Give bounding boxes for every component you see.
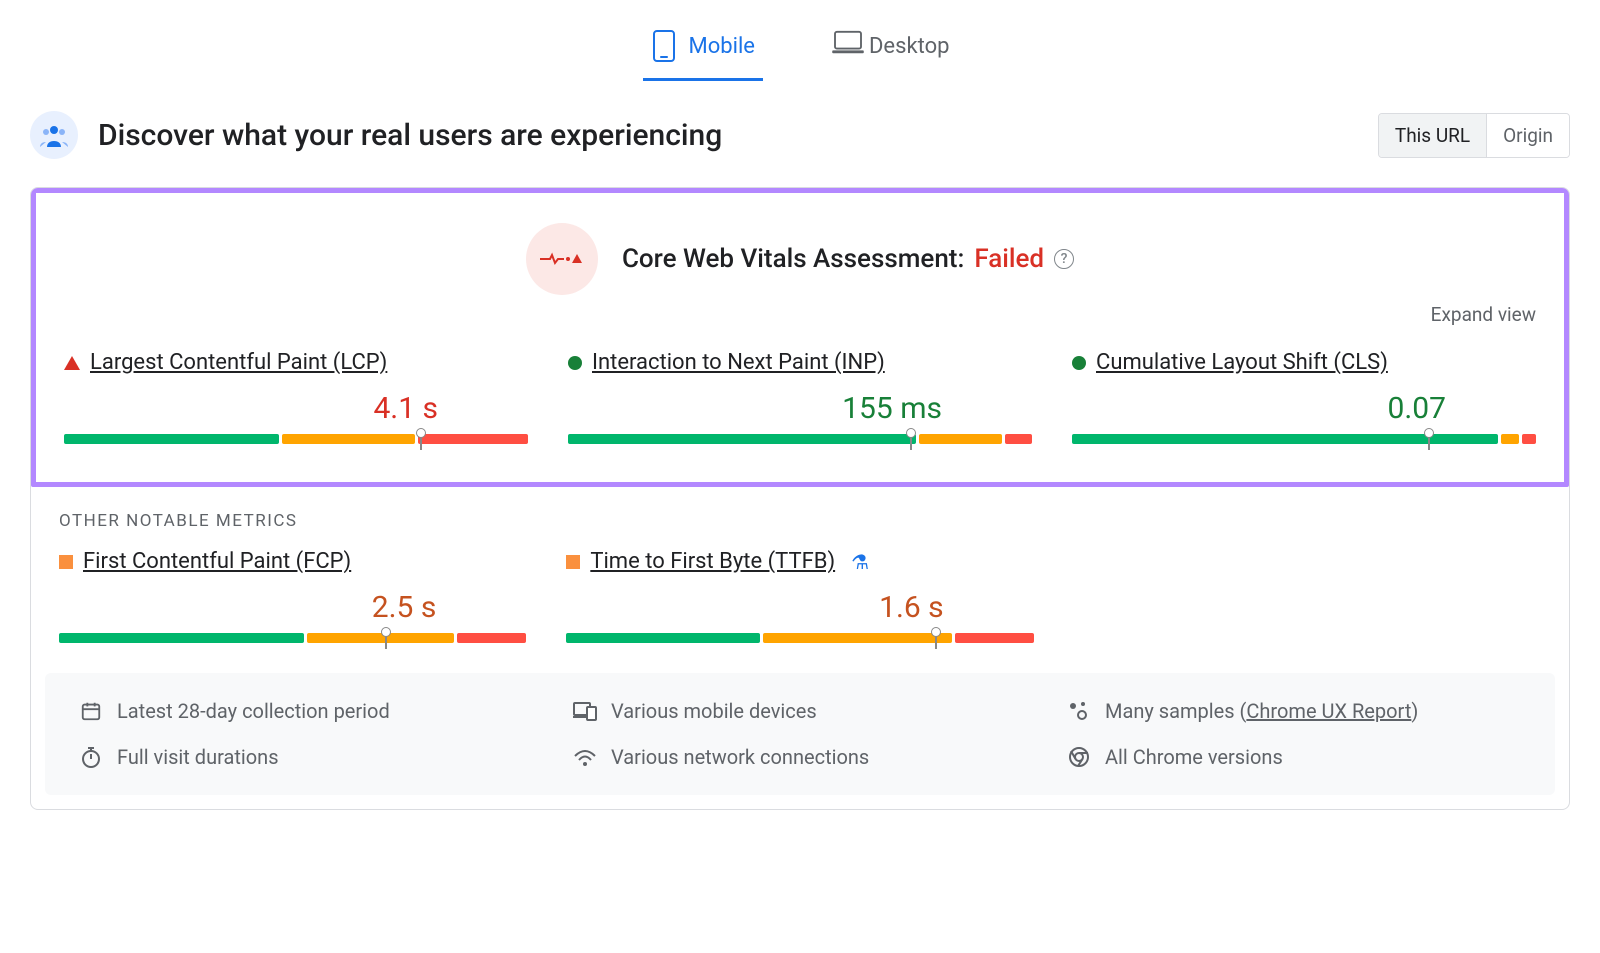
scope-toggle: This URL Origin bbox=[1378, 113, 1570, 158]
desktop-icon bbox=[831, 30, 857, 62]
metric-name-link[interactable]: Time to First Byte (TTFB) bbox=[590, 549, 835, 574]
stopwatch-icon bbox=[79, 745, 103, 769]
header: Discover what your real users are experi… bbox=[30, 111, 1570, 159]
network-icon bbox=[573, 745, 597, 769]
metric-card: Time to First Byte (TTFB) ⚗ 1.6 s bbox=[566, 549, 1033, 645]
bar-segment-poor bbox=[1522, 434, 1536, 444]
metric-name-link[interactable]: Largest Contentful Paint (LCP) bbox=[90, 350, 387, 375]
core-web-vitals-panel: Core Web Vitals Assessment: Failed ? Exp… bbox=[31, 188, 1569, 487]
info-chrome: All Chrome versions bbox=[1067, 745, 1521, 769]
metric-card: First Contentful Paint (FCP) 2.5 s bbox=[59, 549, 526, 645]
metric-value: 1.6 s bbox=[566, 590, 1033, 625]
info-devices-text: Various mobile devices bbox=[611, 699, 817, 723]
percentile-marker bbox=[380, 627, 392, 649]
info-network-text: Various network connections bbox=[611, 745, 869, 769]
toggle-this-url[interactable]: This URL bbox=[1379, 114, 1486, 157]
empty-cell bbox=[1074, 549, 1541, 645]
metric-value: 2.5 s bbox=[59, 590, 526, 625]
good-dot-icon bbox=[568, 356, 582, 370]
tab-mobile[interactable]: Mobile bbox=[643, 20, 763, 81]
field-data-card: Core Web Vitals Assessment: Failed ? Exp… bbox=[30, 187, 1570, 810]
mobile-icon bbox=[651, 30, 677, 62]
metric-value: 0.07 bbox=[1072, 391, 1536, 426]
bar-segment-good bbox=[59, 633, 304, 643]
scatter-icon bbox=[1067, 699, 1091, 723]
experimental-flask-icon: ⚗ bbox=[851, 550, 869, 574]
percentile-marker bbox=[1423, 428, 1435, 450]
good-dot-icon bbox=[1072, 356, 1086, 370]
info-samples: Many samples (Chrome UX Report) bbox=[1067, 699, 1521, 723]
metric-distribution-bar bbox=[568, 434, 1032, 446]
metric-value: 155 ms bbox=[568, 391, 1032, 426]
percentile-marker bbox=[930, 627, 942, 649]
page-title: Discover what your real users are experi… bbox=[98, 118, 722, 153]
devices-icon bbox=[573, 699, 597, 723]
tab-desktop[interactable]: Desktop bbox=[823, 20, 958, 81]
device-tabs: Mobile Desktop bbox=[30, 20, 1570, 81]
warn-square-icon bbox=[59, 555, 73, 569]
expand-view-link[interactable]: Expand view bbox=[64, 303, 1536, 326]
tab-desktop-label: Desktop bbox=[869, 34, 950, 59]
warn-square-icon bbox=[566, 555, 580, 569]
info-samples-prefix: Many samples ( bbox=[1105, 699, 1246, 723]
fail-triangle-icon bbox=[64, 356, 80, 370]
percentile-marker bbox=[415, 428, 427, 450]
info-chrome-text: All Chrome versions bbox=[1105, 745, 1283, 769]
metric-distribution-bar bbox=[59, 633, 526, 645]
info-samples-suffix: ) bbox=[1411, 699, 1418, 723]
assessment-label: Core Web Vitals Assessment: bbox=[622, 244, 964, 274]
info-durations-text: Full visit durations bbox=[117, 745, 279, 769]
bar-segment-good bbox=[566, 633, 760, 643]
info-network: Various network connections bbox=[573, 745, 1027, 769]
metric-distribution-bar bbox=[1072, 434, 1536, 446]
bar-segment-poor bbox=[955, 633, 1033, 643]
other-metrics-label: OTHER NOTABLE METRICS bbox=[31, 487, 1569, 549]
data-source-info: Latest 28-day collection period Various … bbox=[45, 673, 1555, 795]
metric-card: Interaction to Next Paint (INP) 155 ms bbox=[568, 350, 1032, 446]
bar-segment-warn bbox=[282, 434, 415, 444]
info-period-text: Latest 28-day collection period bbox=[117, 699, 390, 723]
metric-name-link[interactable]: Interaction to Next Paint (INP) bbox=[592, 350, 885, 375]
assessment-status: Failed bbox=[974, 244, 1044, 274]
users-icon bbox=[30, 111, 78, 159]
calendar-icon bbox=[79, 699, 103, 723]
help-icon[interactable]: ? bbox=[1054, 249, 1074, 269]
metric-distribution-bar bbox=[566, 633, 1033, 645]
percentile-marker bbox=[905, 428, 917, 450]
bar-segment-warn bbox=[1501, 434, 1519, 444]
bar-segment-warn bbox=[763, 633, 952, 643]
info-collection-period: Latest 28-day collection period bbox=[79, 699, 533, 723]
assessment-fail-icon bbox=[526, 223, 598, 295]
metric-card: Largest Contentful Paint (LCP) 4.1 s bbox=[64, 350, 528, 446]
bar-segment-poor bbox=[418, 434, 528, 444]
tab-mobile-label: Mobile bbox=[689, 34, 755, 59]
core-metrics-grid: Largest Contentful Paint (LCP) 4.1 s Int… bbox=[64, 350, 1536, 446]
bar-segment-good bbox=[64, 434, 279, 444]
assessment-row: Core Web Vitals Assessment: Failed ? bbox=[64, 223, 1536, 295]
chrome-ux-report-link[interactable]: Chrome UX Report bbox=[1246, 699, 1411, 723]
other-metrics-grid: First Contentful Paint (FCP) 2.5 s Time … bbox=[31, 549, 1569, 673]
toggle-origin[interactable]: Origin bbox=[1486, 114, 1569, 157]
bar-segment-poor bbox=[1005, 434, 1032, 444]
metric-name-link[interactable]: Cumulative Layout Shift (CLS) bbox=[1096, 350, 1388, 375]
bar-segment-poor bbox=[457, 633, 526, 643]
info-durations: Full visit durations bbox=[79, 745, 533, 769]
chrome-icon bbox=[1067, 745, 1091, 769]
metric-value: 4.1 s bbox=[64, 391, 528, 426]
metric-name-link[interactable]: First Contentful Paint (FCP) bbox=[83, 549, 351, 574]
bar-segment-good bbox=[568, 434, 916, 444]
info-devices: Various mobile devices bbox=[573, 699, 1027, 723]
metric-distribution-bar bbox=[64, 434, 528, 446]
metric-card: Cumulative Layout Shift (CLS) 0.07 bbox=[1072, 350, 1536, 446]
bar-segment-warn bbox=[919, 434, 1001, 444]
